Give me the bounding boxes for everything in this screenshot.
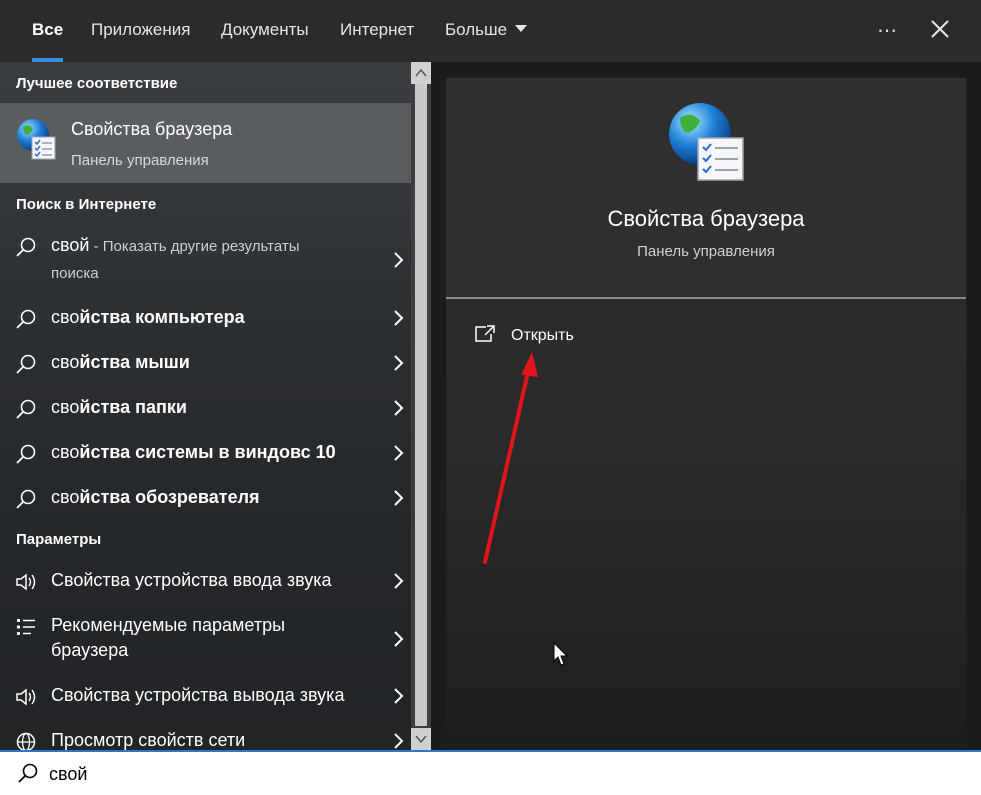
search-bar[interactable]: [0, 750, 981, 795]
preview-divider: [446, 297, 966, 299]
chevron-up-icon: [415, 68, 427, 77]
tab-more[interactable]: Больше: [445, 0, 528, 62]
best-match-subtitle: Панель управления: [71, 152, 209, 169]
globe-icon: [16, 732, 36, 750]
chevron-right-icon: [394, 490, 404, 506]
chevron-right-icon: [394, 355, 404, 371]
web-search-suggestion[interactable]: свойства мыши: [0, 350, 411, 378]
web-search-suggestion[interactable]: свойства системы в виндовс 10: [0, 440, 411, 468]
suggestion-text: свойства системы в виндовс 10: [51, 440, 336, 465]
chevron-right-icon: [394, 573, 404, 589]
chevron-right-icon: [394, 310, 404, 326]
tab-documents[interactable]: Документы: [221, 0, 309, 62]
open-action[interactable]: Открыть: [472, 322, 672, 352]
search-icon: [16, 489, 36, 509]
results-scrollbar[interactable]: [411, 62, 431, 750]
settings-item[interactable]: Просмотр свойств сети: [0, 728, 411, 750]
suggestion-bold: йства компьютера: [79, 307, 245, 327]
best-match-header: Лучшее соответствие: [16, 75, 178, 92]
tab-web[interactable]: Интернет: [340, 0, 414, 62]
suggestion-bold: йства папки: [79, 397, 187, 417]
settings-item[interactable]: Свойства устройства ввода звука: [0, 568, 411, 596]
chevron-right-icon: [394, 631, 404, 647]
tab-more-label: Больше: [445, 20, 508, 39]
chevron-right-icon: [394, 445, 404, 461]
preview-pane: Свойства браузера Панель управления Откр…: [446, 78, 966, 750]
suggestion-prefix: сво: [51, 442, 80, 462]
chevron-right-icon: [394, 252, 404, 268]
tab-apps[interactable]: Приложения: [91, 0, 190, 62]
web-search-more-results: - Показать другие результаты: [89, 238, 300, 255]
settings-item[interactable]: Рекомендуемые параметры браузера: [0, 613, 411, 669]
best-match-item[interactable]: Свойства браузера Панель управления: [0, 103, 411, 183]
settings-item-label: Свойства устройства ввода звука: [51, 570, 332, 590]
web-search-more-results-line2: поиска: [51, 265, 99, 282]
preview-subtitle: Панель управления: [637, 243, 775, 260]
search-icon: [16, 309, 36, 329]
search-icon: [16, 354, 36, 374]
more-options-button[interactable]: ⋯: [877, 18, 899, 43]
settings-item-label: Просмотр свойств сети: [51, 730, 246, 750]
results-list: Лучшее соответствие Свойства браузера Па…: [0, 62, 411, 750]
suggestion-text: свойства компьютера: [51, 305, 245, 330]
best-match-title: Свойства браузера: [71, 119, 233, 139]
search-icon: [16, 444, 36, 464]
search-icon: [16, 399, 36, 419]
suggestion-text: свойства мыши: [51, 350, 190, 375]
suggestion-text: свойства обозревателя: [51, 485, 260, 510]
settings-item-label: Рекомендуемые параметры: [51, 615, 286, 635]
scroll-down-button[interactable]: [411, 728, 431, 750]
web-search-suggestion[interactable]: свойства обозревателя: [0, 485, 411, 513]
list-settings-icon: [17, 619, 35, 635]
open-action-label: Открыть: [511, 327, 574, 344]
scroll-thumb[interactable]: [415, 84, 427, 726]
suggestion-bold: йства системы в виндовс 10: [79, 442, 336, 462]
speaker-icon: [16, 573, 36, 591]
preview-title: Свойства браузера: [607, 206, 805, 231]
settings-item-label-line2: браузера: [51, 640, 129, 660]
suggestion-bold: йства обозревателя: [79, 487, 260, 507]
search-tabs-bar: Все Приложения Документы Интернет Больше…: [0, 0, 981, 62]
caret-down-icon: [515, 25, 528, 32]
internet-options-icon: [17, 119, 56, 160]
suggestion-text: свойства папки: [51, 395, 187, 420]
suggestion-prefix: сво: [51, 487, 80, 507]
open-external-icon: [475, 325, 495, 342]
search-input[interactable]: [49, 758, 949, 790]
suggestion-prefix: сво: [51, 307, 80, 327]
search-icon: [18, 763, 38, 783]
web-search-first-text-line2: поиска: [51, 260, 99, 286]
tab-all[interactable]: Все: [32, 0, 64, 62]
internet-options-icon: [669, 103, 744, 181]
chevron-right-icon: [394, 733, 404, 749]
close-icon[interactable]: [928, 16, 952, 42]
settings-header: Параметры: [16, 531, 102, 548]
search-icon: [16, 237, 36, 257]
web-search-suggestion[interactable]: свойства папки: [0, 395, 411, 423]
web-search-suggestion[interactable]: свойства компьютера: [0, 305, 411, 333]
suggestion-prefix: сво: [51, 352, 80, 372]
web-search-query: свой: [51, 235, 90, 255]
suggestion-bold: йства мыши: [79, 352, 190, 372]
chevron-down-icon: [415, 735, 427, 744]
speaker-icon: [16, 688, 36, 706]
web-search-first-text: свой - Показать другие результаты: [51, 233, 299, 259]
preview-header: Свойства браузера Панель управления: [446, 78, 966, 298]
settings-item[interactable]: Свойства устройства вывода звука: [0, 683, 411, 711]
scroll-up-button[interactable]: [411, 62, 431, 84]
chevron-right-icon: [394, 688, 404, 704]
chevron-right-icon: [394, 400, 404, 416]
suggestion-prefix: сво: [51, 397, 80, 417]
settings-item-label: Свойства устройства вывода звука: [51, 685, 345, 705]
web-search-row[interactable]: свой - Показать другие результаты поиска: [0, 230, 411, 290]
web-search-header: Поиск в Интернете: [16, 196, 157, 213]
